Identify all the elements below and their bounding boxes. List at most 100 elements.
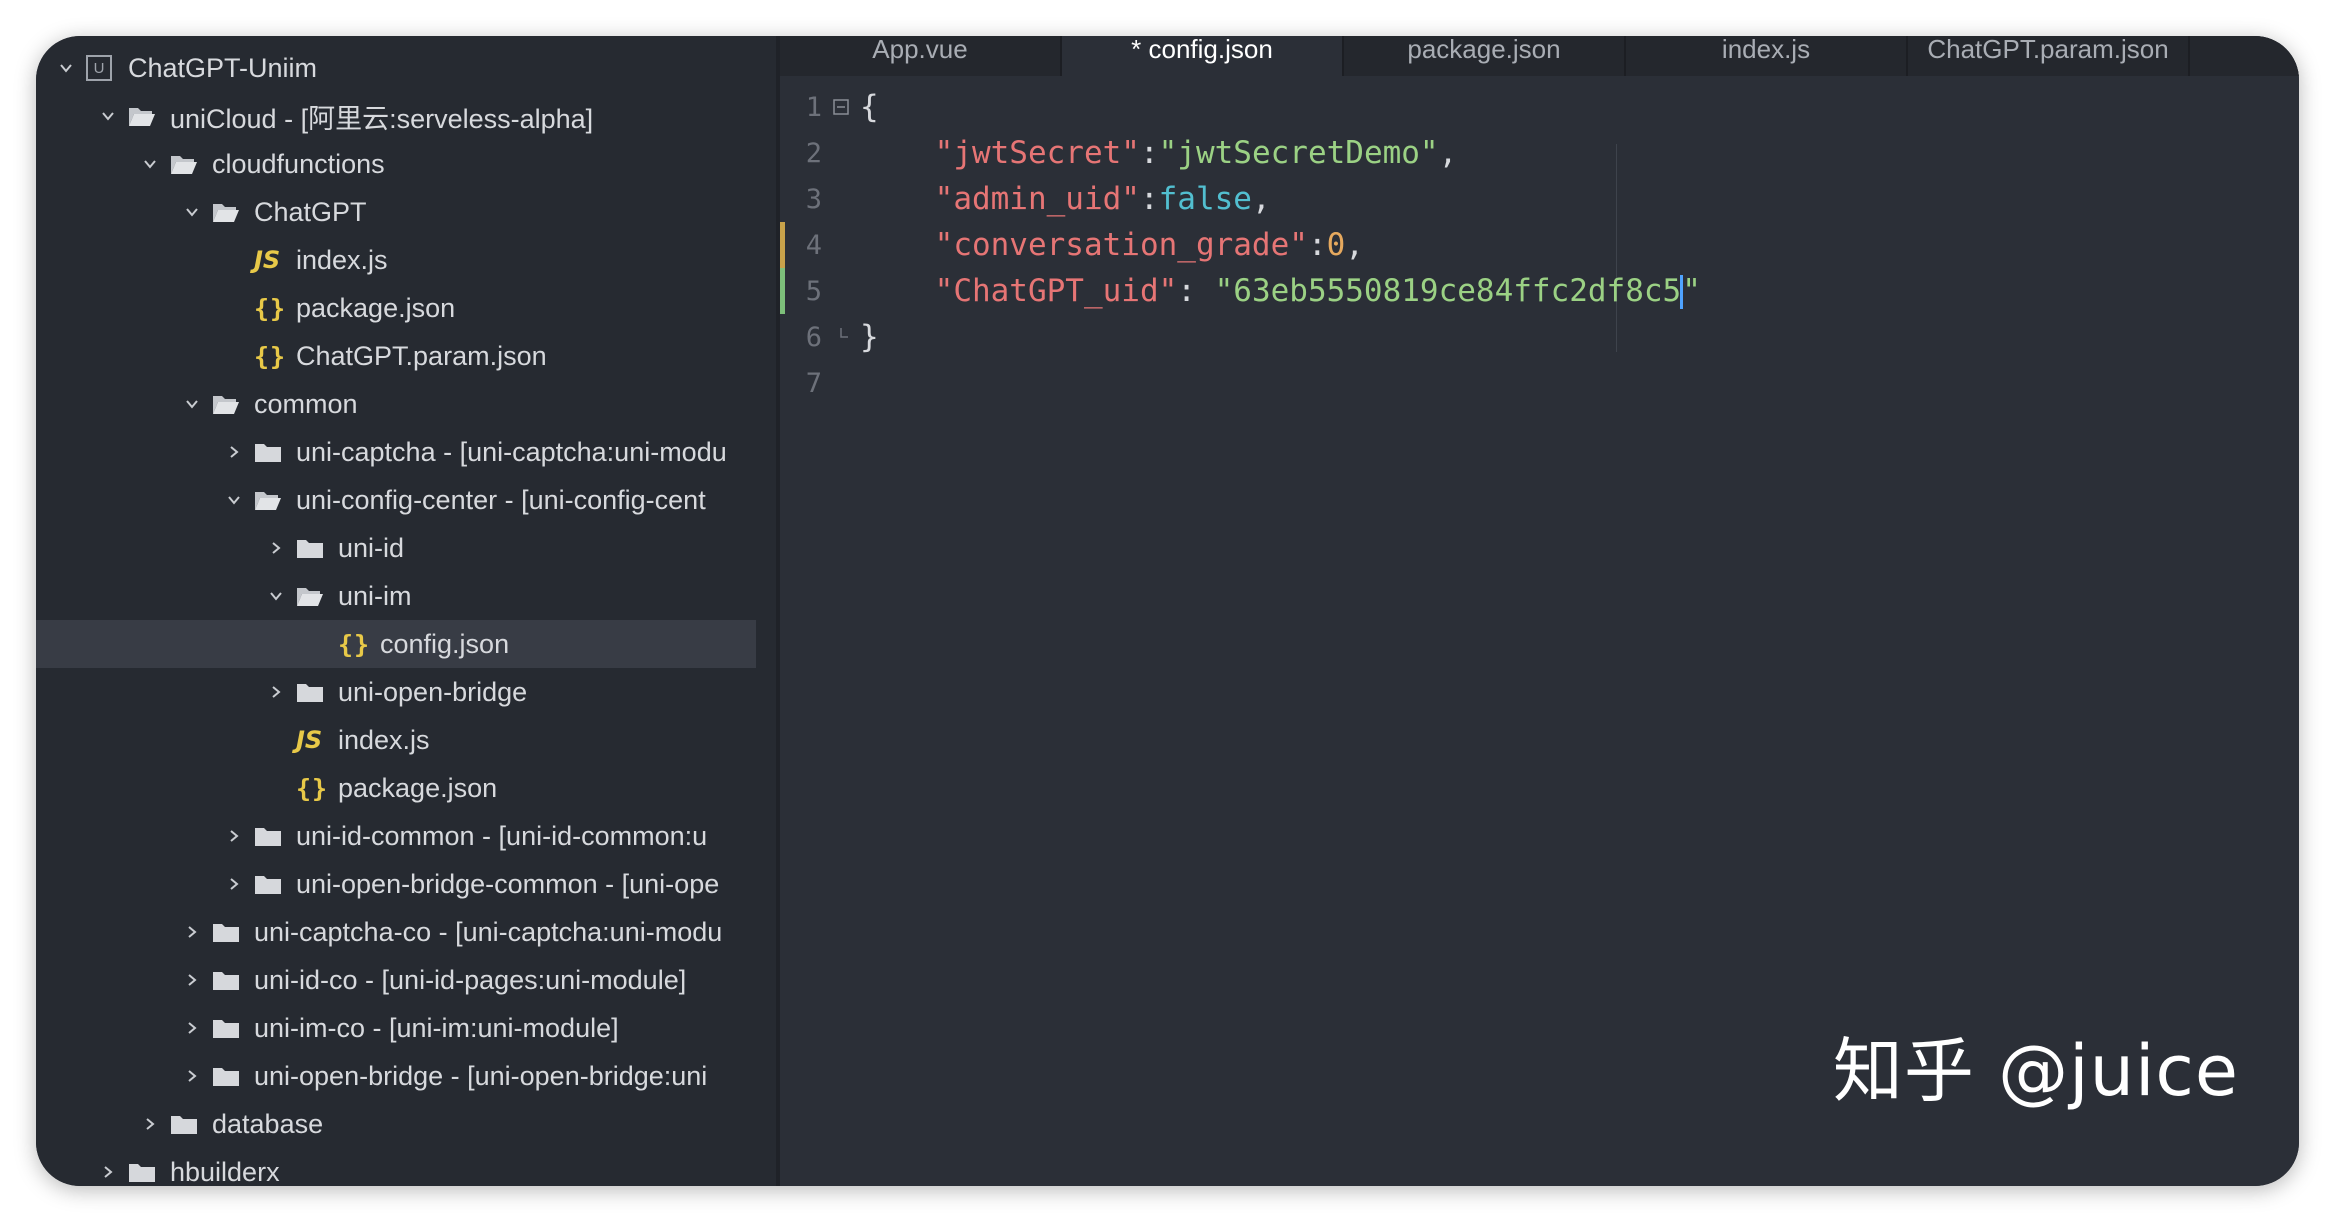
chevron-down-icon[interactable] (88, 108, 128, 124)
tree-item[interactable]: uni-im (36, 572, 756, 620)
tree-item[interactable]: {} package.json (36, 764, 756, 812)
tree-item-label: index.js (296, 244, 388, 275)
code-line[interactable]: 1{ (780, 84, 2299, 130)
tree-item[interactable]: JS index.js (36, 236, 756, 284)
tree-item[interactable]: uni-captcha - [uni-captcha:uni-modu (36, 428, 756, 476)
tree-item[interactable]: uni-id (36, 524, 756, 572)
code-token-num: 0 (1326, 227, 1346, 263)
gutter-added-marker (780, 268, 785, 314)
code-line[interactable]: 5 "ChatGPT_uid": "63eb5550819ce84ffc2df8… (780, 268, 2299, 314)
chevron-right-icon[interactable] (214, 828, 254, 844)
code-text: } (860, 319, 879, 355)
code-token-punc: : (1139, 135, 1159, 171)
watermark: 知乎 @juice (1832, 1030, 2239, 1112)
tree-item[interactable]: uni-captcha-co - [uni-captcha:uni-modu (36, 908, 756, 956)
code-line[interactable]: 7 (780, 360, 2299, 406)
chevron-right-icon[interactable] (172, 972, 212, 988)
code-token-punc: , (1438, 135, 1458, 171)
folder-icon (296, 680, 336, 704)
chevron-down-icon[interactable] (46, 60, 86, 76)
tree-item[interactable]: {} config.json (36, 620, 756, 668)
editor-tab-bar: App.vue * config.json package.json index.js… (780, 36, 2299, 76)
code-token-punc: } (860, 319, 879, 355)
tree-item-label: uni-open-bridge (338, 676, 528, 707)
fold-collapse-icon[interactable] (822, 98, 860, 116)
chevron-right-icon[interactable] (214, 444, 254, 460)
tree-item[interactable]: uni-id-common - [uni-id-common:u (36, 812, 756, 860)
chevron-right-icon[interactable] (130, 1116, 170, 1132)
tree-item[interactable]: {} ChatGPT.param.json (36, 332, 756, 380)
tree-item-label: uni-im-co - [uni-im:uni-module] (254, 1012, 619, 1043)
code-token-punc: : (1307, 227, 1327, 263)
chevron-down-icon[interactable] (256, 588, 296, 604)
code-line[interactable]: 3 "admin_uid":false, (780, 176, 2299, 222)
tree-item-label: uni-id-co - [uni-id-pages:uni-module] (254, 964, 687, 995)
line-number: 2 (805, 137, 822, 169)
line-number: 4 (805, 229, 822, 261)
tree-item[interactable]: uni-open-bridge (36, 668, 756, 716)
tree-item[interactable]: uni-id-co - [uni-id-pages:uni-module] (36, 956, 756, 1004)
chevron-down-icon[interactable] (130, 156, 170, 172)
tree-item-label: ChatGPT.param.json (296, 340, 547, 371)
editor-tab[interactable]: ChatGPT.param.json (1908, 36, 2190, 76)
tree-item[interactable]: uni-open-bridge - [uni-open-bridge:uni (36, 1052, 756, 1100)
tree-item[interactable]: uniCloud - [阿里云:serveless-alpha] (36, 92, 756, 140)
line-number: 7 (805, 367, 822, 399)
tree-item-label: index.js (338, 724, 430, 755)
code-token-punc: : (1177, 272, 1215, 309)
tree-item-label: uni-captcha - [uni-captcha:uni-modu (296, 436, 727, 467)
tree-item-label: config.json (380, 628, 510, 659)
code-token-str: " (1682, 272, 1701, 309)
chevron-right-icon[interactable] (214, 876, 254, 892)
chevron-right-icon[interactable] (172, 924, 212, 940)
code-line[interactable]: 4 "conversation_grade":0, (780, 222, 2299, 268)
tree-item[interactable]: uni-open-bridge-common - [uni-ope (36, 860, 756, 908)
tree-item-label: package.json (338, 772, 498, 803)
folder-icon (254, 872, 294, 896)
chevron-right-icon[interactable] (172, 1020, 212, 1036)
tree-item[interactable]: database (36, 1100, 756, 1148)
chevron-right-icon[interactable] (172, 1068, 212, 1084)
tree-item[interactable]: cloudfunctions (36, 140, 756, 188)
code-token-punc: , (1345, 227, 1364, 263)
chevron-down-icon[interactable] (214, 492, 254, 508)
json-file-icon: {} (254, 341, 287, 371)
tree-item[interactable]: uni-im-co - [uni-im:uni-module] (36, 1004, 756, 1052)
editor-tab[interactable]: * config.json (1062, 36, 1344, 76)
editor-tab[interactable]: App.vue (780, 36, 1062, 76)
chevron-down-icon[interactable] (172, 396, 212, 412)
js-file-icon: JS (254, 246, 281, 274)
tree-item-label: common (254, 388, 358, 419)
code-area[interactable]: 1{2 "jwtSecret":"jwtSecretDemo", 3 "admin… (780, 84, 2299, 406)
project-explorer[interactable]: U ChatGPT-Uniim uniCloud - [阿里云:serveless-… (36, 36, 780, 1186)
tree-item[interactable]: {} package.json (36, 284, 756, 332)
code-editor[interactable]: App.vue * config.json package.json index.js… (780, 36, 2299, 1186)
code-text: { (860, 89, 879, 125)
chevron-right-icon[interactable] (256, 540, 296, 556)
editor-tab[interactable]: index.js (1626, 36, 1908, 76)
tree-item[interactable]: JS index.js (36, 716, 756, 764)
tree-item[interactable]: U ChatGPT-Uniim (36, 44, 756, 92)
tree-item-label: uni-config-center - [uni-config-cent (296, 484, 706, 515)
tree-item-label: uni-id-common - [uni-id-common:u (296, 820, 708, 851)
tree-item-label: uni-open-bridge - [uni-open-bridge:uni (254, 1060, 708, 1091)
line-number: 5 (805, 275, 822, 307)
code-line[interactable]: 2 "jwtSecret":"jwtSecretDemo", (780, 130, 2299, 176)
chevron-down-icon[interactable] (172, 204, 212, 220)
tree-item-label: uni-im (338, 580, 412, 611)
chevron-right-icon[interactable] (88, 1164, 128, 1180)
line-number: 1 (805, 91, 822, 123)
folder-icon (212, 920, 252, 944)
code-token-punc: : (1139, 181, 1159, 217)
ide-window: U ChatGPT-Uniim uniCloud - [阿里云:serveless-… (36, 36, 2299, 1186)
tree-item[interactable]: uni-config-center - [uni-config-cent (36, 476, 756, 524)
tree-item[interactable]: ChatGPT (36, 188, 756, 236)
chevron-right-icon[interactable] (256, 684, 296, 700)
tree-item[interactable]: common (36, 380, 756, 428)
project-icon: U (86, 55, 126, 81)
code-line[interactable]: 6} (780, 314, 2299, 360)
code-text: "jwtSecret":"jwtSecretDemo", (860, 135, 1458, 171)
editor-tab[interactable]: package.json (1344, 36, 1626, 76)
code-text: "admin_uid":false, (860, 181, 1271, 217)
tree-item[interactable]: hbuilderx (36, 1148, 756, 1186)
